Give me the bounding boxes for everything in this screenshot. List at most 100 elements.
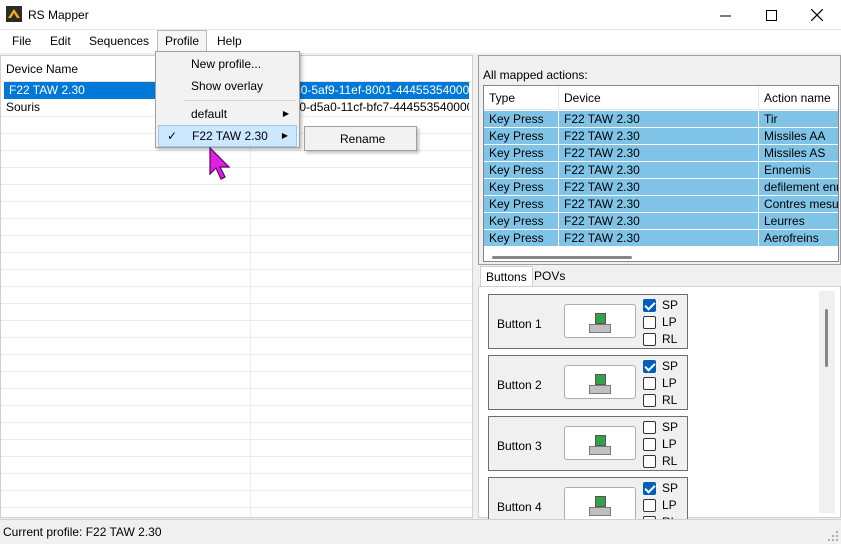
- checkbox-box[interactable]: [643, 438, 656, 451]
- resize-grip-icon[interactable]: [828, 531, 838, 541]
- checkbox-label: LP: [662, 315, 677, 329]
- vertical-scrollbar[interactable]: [819, 291, 835, 513]
- checkbox-box[interactable]: [643, 482, 656, 495]
- button-preview[interactable]: [564, 365, 636, 399]
- grid-line: [1, 218, 472, 219]
- button-preview[interactable]: [564, 487, 636, 521]
- close-button[interactable]: [794, 0, 840, 30]
- mapped-action-row[interactable]: Key PressF22 TAW 2.30Contres mesures: [484, 196, 838, 213]
- grid-line: [1, 388, 472, 389]
- checkbox-box[interactable]: [643, 360, 656, 373]
- type-cell: Key Press: [484, 145, 559, 161]
- menu-profile-current-label: F22 TAW 2.30: [192, 129, 268, 143]
- checkbox-box[interactable]: [643, 455, 656, 468]
- profile-submenu: Rename: [304, 126, 417, 151]
- rl-checkbox[interactable]: RL: [643, 393, 703, 408]
- button-base-icon: [589, 446, 611, 455]
- type-cell: Key Press: [484, 230, 559, 246]
- device-cell: F22 TAW 2.30: [559, 230, 759, 246]
- button-preview[interactable]: [564, 304, 636, 338]
- action-name-cell: Ennemis: [759, 162, 838, 178]
- lp-checkbox[interactable]: LP: [643, 498, 703, 513]
- mapped-action-row[interactable]: Key Press F22 TAW 2.30 Missiles AA: [484, 128, 838, 145]
- action-name-cell: Contres mesures: [759, 196, 838, 212]
- button-base-icon: [589, 385, 611, 394]
- mapped-actions-label: All mapped actions:: [483, 68, 588, 82]
- mapped-actions-list[interactable]: Type Device Action name Key Press F22 TAW…: [483, 85, 839, 262]
- close-icon: [811, 9, 823, 21]
- lp-checkbox[interactable]: LP: [643, 376, 703, 391]
- checkbox-box[interactable]: [643, 377, 656, 390]
- lp-checkbox[interactable]: LP: [643, 315, 703, 330]
- device-cell: F22 TAW 2.30: [559, 213, 759, 229]
- checkbox-box[interactable]: [643, 394, 656, 407]
- mapped-action-row[interactable]: Key Press F22 TAW 2.30 Leurres: [484, 213, 838, 230]
- minimize-icon: [719, 15, 731, 16]
- checkbox-box[interactable]: [643, 299, 656, 312]
- grid-line: [1, 337, 472, 338]
- checkbox-box[interactable]: [643, 421, 656, 434]
- mapped-action-row[interactable]: Key PressF22 TAW 2.30defilement ennemis: [484, 179, 838, 196]
- checkbox-box[interactable]: [643, 316, 656, 329]
- button-mapping-group: Button 1 SP LP RL: [488, 294, 688, 349]
- checkbox-box[interactable]: [643, 499, 656, 512]
- grid-line: [1, 235, 472, 236]
- lp-checkbox[interactable]: LP: [643, 437, 703, 452]
- menu-file[interactable]: File: [5, 30, 38, 53]
- grid-line: [1, 371, 472, 372]
- grid-line: [1, 286, 472, 287]
- col-type[interactable]: Type: [484, 86, 559, 110]
- grid-line: [1, 439, 472, 440]
- grid-line: [1, 473, 472, 474]
- type-cell: Key Press: [484, 111, 559, 127]
- menu-sequences[interactable]: Sequences: [82, 30, 156, 53]
- action-name-cell: Missiles AA: [759, 128, 838, 144]
- button-preview[interactable]: [564, 426, 636, 460]
- button-base-icon: [589, 507, 611, 516]
- menu-show-overlay[interactable]: Show overlay: [158, 75, 297, 97]
- menu-help[interactable]: Help: [210, 30, 249, 53]
- type-cell: Key Press: [484, 128, 559, 144]
- rl-checkbox[interactable]: RL: [643, 332, 703, 347]
- horizontal-scrollbar[interactable]: [492, 256, 632, 259]
- tab-buttons[interactable]: Buttons: [480, 266, 533, 287]
- col-device[interactable]: Device: [559, 86, 759, 110]
- menu-rename[interactable]: Rename: [307, 128, 414, 150]
- col-action-name[interactable]: Action name: [759, 86, 838, 110]
- checkbox-box[interactable]: [643, 333, 656, 346]
- menu-profile-current[interactable]: ✓ F22 TAW 2.30 ▶: [158, 125, 297, 147]
- sp-checkbox[interactable]: SP: [643, 359, 703, 374]
- sp-checkbox[interactable]: SP: [643, 420, 703, 435]
- type-cell: Key Press: [484, 162, 559, 178]
- menu-profile-default[interactable]: default ▶: [158, 103, 297, 125]
- grid-line: [1, 269, 472, 270]
- grid-line: [1, 320, 472, 321]
- buttons-tab-content: Button 1 SP LP RL Button 2 SP LP RL Button 3 SP LP…: [478, 286, 841, 532]
- mapped-action-row[interactable]: Key Press F22 TAW 2.30 Missiles AS: [484, 145, 838, 162]
- minimize-button[interactable]: [702, 0, 748, 30]
- tab-povs[interactable]: POVs: [529, 266, 570, 286]
- button-label: Button 4: [497, 500, 542, 514]
- grid-line: [1, 184, 472, 185]
- menu-edit[interactable]: Edit: [43, 30, 78, 53]
- checkbox-label: SP: [662, 298, 679, 312]
- menu-new-profile[interactable]: New profile...: [158, 53, 297, 75]
- mapped-action-row[interactable]: Key Press F22 TAW 2.30 Tir: [484, 111, 838, 128]
- mapped-action-row[interactable]: Key Press F22 TAW 2.30 Aerofreins: [484, 230, 838, 247]
- checkbox-label: LP: [662, 376, 677, 390]
- scrollbar-thumb[interactable]: [825, 309, 828, 367]
- grid-line: [1, 456, 472, 457]
- action-name-cell: Leurres: [759, 213, 838, 229]
- rl-checkbox[interactable]: RL: [643, 454, 703, 469]
- checkbox-label: SP: [662, 481, 679, 495]
- maximize-button[interactable]: [748, 0, 794, 30]
- menu-profile[interactable]: Profile: [157, 30, 208, 53]
- checkbox-label: LP: [662, 437, 677, 451]
- tab-control: Buttons POVs Button 1 SP LP RL Button 2 SP LP R…: [478, 266, 841, 532]
- title-bar: RS Mapper: [0, 0, 841, 30]
- sp-checkbox[interactable]: SP: [643, 298, 703, 313]
- window-title: RS Mapper: [28, 8, 89, 22]
- submenu-arrow-icon: ▶: [281, 131, 288, 140]
- mapped-action-row[interactable]: Key Press F22 TAW 2.30 Ennemis: [484, 162, 838, 179]
- sp-checkbox[interactable]: SP: [643, 481, 703, 496]
